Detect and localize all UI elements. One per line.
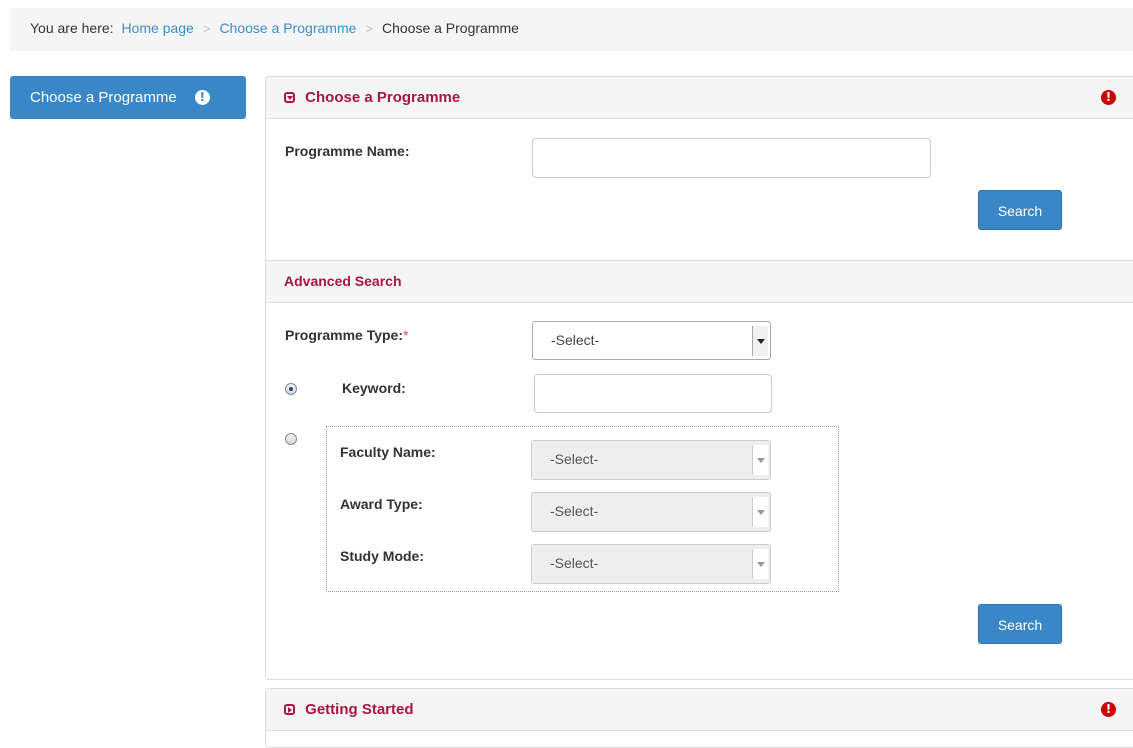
- keyword-input[interactable]: [534, 374, 772, 413]
- programme-name-input[interactable]: [532, 138, 931, 178]
- breadcrumb-separator: >: [365, 21, 373, 36]
- programme-type-label: Programme Type:*: [285, 327, 408, 343]
- programme-type-label-text: Programme Type:: [285, 327, 403, 343]
- panel-title: Choose a Programme: [305, 89, 461, 106]
- chevron-down-icon[interactable]: [752, 549, 768, 579]
- chevron-down-icon[interactable]: [752, 326, 768, 356]
- sidebar-item-label: Choose a Programme: [30, 89, 177, 106]
- study-mode-label: Study Mode:: [340, 548, 424, 564]
- breadcrumb: You are here: Home page > Choose a Program…: [10, 8, 1133, 51]
- exclamation-icon: !: [194, 90, 210, 105]
- breadcrumb-separator: >: [202, 21, 211, 36]
- advanced-search-heading: Advanced Search: [266, 260, 1133, 303]
- award-type-value: -Select-: [550, 503, 599, 519]
- programme-type-value: -Select-: [551, 332, 600, 348]
- panel-heading[interactable]: Choose a Programme !: [266, 77, 1133, 119]
- study-mode-value: -Select-: [550, 555, 599, 571]
- advanced-search-button[interactable]: Search: [978, 604, 1062, 644]
- search-button[interactable]: Search: [978, 190, 1062, 230]
- getting-started-panel: Getting Started !: [265, 688, 1133, 748]
- programme-type-select[interactable]: -Select-: [532, 321, 771, 360]
- faculty-name-label: Faculty Name:: [340, 444, 436, 460]
- award-type-label: Award Type:: [340, 496, 423, 512]
- alert-icon: !: [1101, 90, 1116, 105]
- chevron-down-icon[interactable]: [752, 497, 768, 527]
- breadcrumb-link-choose-programme[interactable]: Choose a Programme: [219, 20, 356, 36]
- alert-icon: !: [1101, 702, 1116, 717]
- study-mode-select[interactable]: -Select-: [531, 544, 771, 584]
- keyword-radio[interactable]: [285, 383, 297, 395]
- breadcrumb-current: Choose a Programme: [381, 20, 519, 36]
- programme-name-label: Programme Name:: [285, 143, 410, 159]
- faculty-name-select[interactable]: -Select-: [531, 440, 771, 480]
- getting-started-title: Getting Started: [305, 701, 414, 718]
- chevron-down-icon[interactable]: [752, 445, 768, 475]
- sidebar-item-choose-programme[interactable]: Choose a Programme !: [10, 76, 246, 119]
- faculty-name-value: -Select-: [550, 451, 599, 467]
- required-mark: *: [403, 327, 409, 343]
- breadcrumb-link-home[interactable]: Home page: [121, 20, 193, 36]
- award-type-select[interactable]: -Select-: [531, 492, 771, 532]
- filters-radio[interactable]: [285, 433, 297, 445]
- collapse-icon[interactable]: [284, 92, 295, 103]
- choose-programme-panel: Choose a Programme ! Programme Name: Sea…: [265, 76, 1133, 680]
- advanced-search-title: Advanced Search: [284, 273, 402, 289]
- keyword-label: Keyword:: [342, 380, 406, 396]
- breadcrumb-prefix: You are here:: [30, 20, 114, 36]
- expand-icon[interactable]: [284, 704, 295, 715]
